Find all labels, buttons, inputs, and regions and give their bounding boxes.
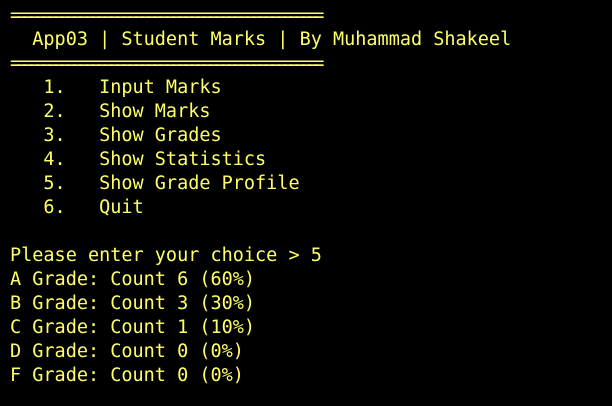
- menu-item-show-marks: 2. Show Marks: [10, 101, 211, 122]
- app-title: App03 | Student Marks | By Muhammad Shak…: [10, 29, 512, 50]
- console-window[interactable]: ========================================…: [0, 0, 612, 406]
- menu-item-input-marks: 1. Input Marks: [10, 77, 222, 98]
- menu-item-show-grades: 3. Show Grades: [10, 125, 222, 146]
- header-rule-bottom: ========================================…: [10, 53, 324, 74]
- grade-profile-b: B Grade: Count 3 (30%): [10, 293, 256, 314]
- menu-item-show-grade-profile: 5. Show Grade Profile: [10, 173, 300, 194]
- grade-profile-a: A Grade: Count 6 (60%): [10, 269, 256, 290]
- grade-profile-c: C Grade: Count 1 (10%): [10, 317, 256, 338]
- menu-item-quit: 6. Quit: [10, 197, 144, 218]
- menu-item-show-statistics: 4. Show Statistics: [10, 149, 267, 170]
- grade-profile-d: D Grade: Count 0 (0%): [10, 341, 244, 362]
- choice-prompt: Please enter your choice > 5: [10, 245, 322, 266]
- grade-profile-f: F Grade: Count 0 (0%): [10, 365, 244, 386]
- header-rule-top: ========================================…: [10, 5, 324, 26]
